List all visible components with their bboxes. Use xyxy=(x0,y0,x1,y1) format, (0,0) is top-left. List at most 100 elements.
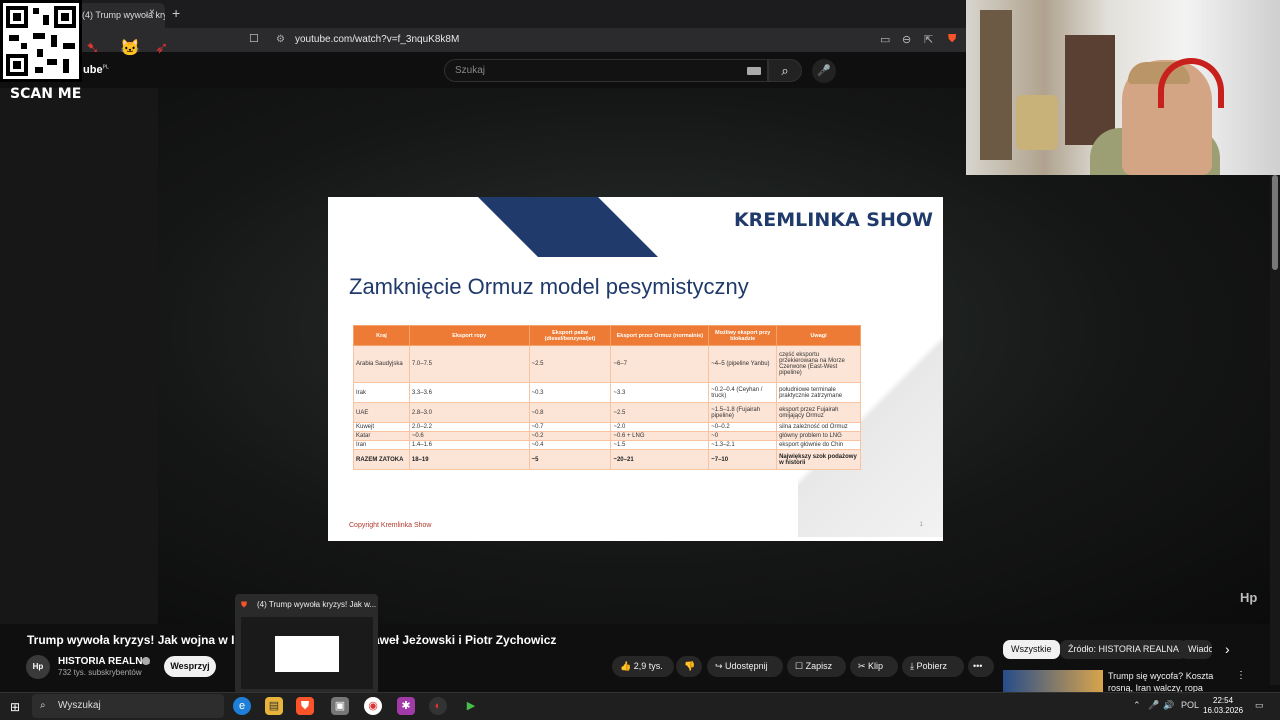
share-icon[interactable]: ⇱ xyxy=(924,33,933,46)
download-button[interactable]: ⤓ Pobierz xyxy=(902,656,964,677)
table-cell: główny problem to LNG xyxy=(776,431,861,441)
table-cell: południowe terminale praktycznie zatrzym… xyxy=(776,382,861,403)
channel-watermark[interactable]: Hp xyxy=(1240,590,1257,605)
recommended-thumbnail[interactable] xyxy=(1003,670,1103,694)
emote-icon: ➶ xyxy=(155,40,169,57)
microphone-icon[interactable]: 🎤 xyxy=(1148,700,1159,711)
table-cell: ~1.5 xyxy=(610,440,710,450)
slide-page-number: 1 xyxy=(919,522,923,528)
table-cell: ~0.6 xyxy=(408,431,530,441)
table-cell: ~2.0 xyxy=(610,422,710,432)
chip-source[interactable]: Źródło: HISTORIA REALNA xyxy=(1060,640,1187,659)
table-cell: ~4–5 (pipeline Yanbu) xyxy=(708,345,778,383)
obs-icon[interactable]: ◐ xyxy=(429,697,447,715)
share-button[interactable]: ↪ Udostępnij xyxy=(707,656,783,677)
table-header: Eksport przez Ormuz (normalnie) xyxy=(610,325,710,346)
table-cell: ~1.5–1.8 (Fujairah pipeline) xyxy=(708,402,778,423)
table-cell: ~5 xyxy=(528,449,612,470)
chip-news[interactable]: Wiado xyxy=(1180,640,1212,659)
search-input[interactable]: Szukaj xyxy=(444,59,768,82)
table-header: Uwagi xyxy=(776,325,861,346)
file-explorer-icon[interactable]: ▤ xyxy=(265,697,283,715)
tab-close-icon[interactable]: × xyxy=(149,7,155,18)
app-icon[interactable]: ▶ xyxy=(462,697,480,715)
youtube-logo[interactable]: ubePL xyxy=(83,64,109,76)
preview-slide xyxy=(275,636,339,672)
channel-avatar[interactable]: Hp xyxy=(26,655,50,679)
channel-name[interactable]: HISTORIA REALNA xyxy=(58,656,150,667)
brave-shield-icon[interactable]: ⛊ xyxy=(948,33,956,46)
taskbar-clock[interactable]: 22:54 16.03.2026 xyxy=(1203,696,1243,716)
mic-icon[interactable]: 🎤 xyxy=(812,59,836,83)
table-cell: 7.0–7.5 xyxy=(408,345,530,383)
table-cell: silna zależność od Ormuz xyxy=(776,422,861,432)
table-cell: Największy szok podażowy w historii xyxy=(776,449,861,470)
new-tab-button[interactable]: + xyxy=(172,5,180,21)
more-actions-button[interactable]: ••• xyxy=(968,656,994,677)
table-cell: ~0.6 + LNG xyxy=(610,431,710,441)
brave-taskbar-icon[interactable]: ⛊ xyxy=(296,697,314,715)
table-cell: 2.8–3.0 xyxy=(408,402,530,423)
table-cell: 3.3–3.6 xyxy=(408,382,530,403)
brave-icon: ⛊ xyxy=(241,600,247,609)
table-cell: ~3.3 xyxy=(610,382,710,403)
table-cell: RAZEM ZATOKA xyxy=(353,449,410,470)
table-cell: ~0.4 xyxy=(528,440,612,450)
table-cell: ~0.3 xyxy=(528,382,612,403)
taskbar-search[interactable]: Wyszukaj xyxy=(32,694,224,718)
table-row: UAE 2.8–3.0 ~0.8 ~2.5 ~1.5–1.8 (Fujairah… xyxy=(353,402,861,423)
table-cell: ~0.7 xyxy=(528,422,612,432)
thumbs-up-icon: 👍 xyxy=(620,661,634,671)
save-button[interactable]: ☐ Zapisz xyxy=(787,656,846,677)
tray-chevron-icon[interactable]: ⌃ xyxy=(1133,700,1141,711)
table-cell: Arabia Saudyjska xyxy=(353,345,410,383)
like-button[interactable]: 👍 2,9 tys. xyxy=(612,656,674,677)
table-cell: Iran xyxy=(353,440,410,450)
chrome-icon[interactable]: ◉ xyxy=(364,697,382,715)
webcam-door xyxy=(1065,35,1115,145)
edge-icon[interactable]: e xyxy=(233,697,251,715)
bookmark-icon[interactable]: ☐ xyxy=(249,32,259,45)
scrollbar-thumb[interactable] xyxy=(1272,175,1278,270)
cast-icon[interactable]: ▭ xyxy=(880,33,890,46)
table-header: Eksport paliw (diesel/benzyna/jet) xyxy=(528,325,612,346)
chevron-right-icon[interactable]: › xyxy=(1225,641,1230,657)
dislike-button[interactable]: 👎 xyxy=(676,656,702,677)
more-vert-icon[interactable]: ⋮ xyxy=(1236,670,1246,681)
zoom-icon[interactable]: ⊖ xyxy=(902,33,911,46)
video-title: Trump wywoła kryzys! Jak wojna w Iran xyxy=(27,633,254,647)
keyboard-icon[interactable] xyxy=(747,67,761,75)
support-button[interactable]: Wesprzyj xyxy=(164,656,216,677)
slide-copyright: Copyright Kremlinka Show xyxy=(349,522,432,529)
video-title-continued: aweł Jeżowski i Piotr Zychowicz xyxy=(373,633,557,647)
app-icon[interactable]: ✱ xyxy=(397,697,415,715)
presentation-slide: KREMLINKA SHOW Zamknięcie Ormuz model pe… xyxy=(328,197,943,541)
chip-all[interactable]: Wszystkie xyxy=(1003,640,1060,659)
table-cell: eksport przez Fujairah omijający Ormuz xyxy=(776,402,861,423)
video-left-shade xyxy=(0,88,158,624)
table-total-row: RAZEM ZATOKA 18–19 ~5 ~20–21 ~7–10 Najwi… xyxy=(353,449,861,470)
table-cell: ~6–7 xyxy=(610,345,710,383)
oil-export-table: Kraj Eksport ropy Eksport paliw (diesel/… xyxy=(353,325,861,470)
windows-start-icon[interactable]: ⊞ xyxy=(10,700,20,714)
language-indicator[interactable]: POL xyxy=(1181,700,1199,710)
table-cell: ~20–21 xyxy=(610,449,710,470)
emote-icon: ➷ xyxy=(86,40,100,57)
search-icon: ⌕ xyxy=(40,700,46,711)
volume-icon[interactable]: 🔊 xyxy=(1163,700,1174,711)
notifications-icon[interactable]: ▭ xyxy=(1255,700,1264,711)
clip-button[interactable]: ✂ Klip xyxy=(850,656,898,677)
like-count: 2,9 tys. xyxy=(633,661,663,671)
table-cell: ~0.2 xyxy=(528,431,612,441)
url-field[interactable]: youtube.com/watch?v=f_3nquK8k8M xyxy=(270,31,870,49)
search-button[interactable]: ⌕ xyxy=(768,59,802,82)
cat-emote-icon: 🐱 xyxy=(120,40,140,57)
scissors-icon: ✂ xyxy=(858,661,869,671)
logo-country: PL xyxy=(102,64,109,71)
table-cell: ~1.3–2.1 xyxy=(708,440,778,450)
app-icon[interactable]: ▣ xyxy=(331,697,349,715)
clock-time: 22:54 xyxy=(1213,696,1234,705)
table-cell: Katar xyxy=(353,431,410,441)
site-info-icon[interactable]: ⚙ xyxy=(276,34,285,45)
table-cell: ~0 xyxy=(708,431,778,441)
